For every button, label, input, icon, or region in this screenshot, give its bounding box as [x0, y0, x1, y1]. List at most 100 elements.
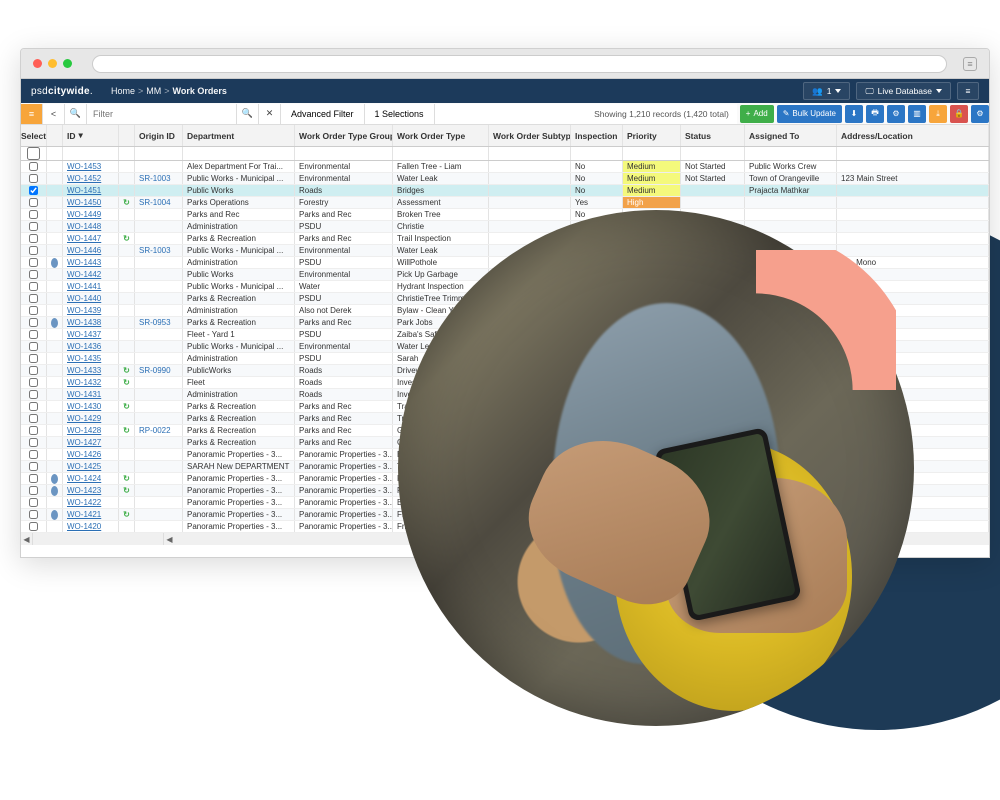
row-select-checkbox[interactable] — [21, 293, 47, 304]
row-select-checkbox[interactable] — [21, 329, 47, 340]
col-department[interactable]: Department — [183, 125, 295, 146]
table-row[interactable]: WO-1451Public WorksRoadsBridgesNoMediumP… — [21, 185, 989, 197]
table-row[interactable]: WO-1453Alex Department For Trai...Enviro… — [21, 161, 989, 173]
add-button[interactable]: + Add — [740, 105, 774, 123]
row-select-checkbox[interactable] — [21, 437, 47, 448]
window-close-dot[interactable] — [33, 59, 42, 68]
origin-id-link[interactable]: SR-1003 — [135, 173, 183, 184]
expand-filter-button[interactable]: < — [43, 104, 65, 124]
search-icon[interactable]: 🔍 — [65, 104, 87, 124]
lock-icon[interactable]: 🔒 — [950, 105, 968, 123]
work-order-id-link[interactable]: WO-1441 — [63, 281, 119, 292]
row-select-checkbox[interactable] — [21, 353, 47, 364]
origin-id-link[interactable]: SR-1004 — [135, 197, 183, 208]
work-order-id-link[interactable]: WO-1447 — [63, 233, 119, 244]
work-order-id-link[interactable]: WO-1432 — [63, 377, 119, 388]
breadcrumb-item[interactable]: Home — [111, 86, 135, 96]
row-select-checkbox[interactable] — [21, 485, 47, 496]
header-menu-icon[interactable]: ≡ — [957, 82, 979, 100]
row-select-checkbox[interactable] — [21, 317, 47, 328]
work-order-id-link[interactable]: WO-1420 — [63, 521, 119, 532]
row-select-checkbox[interactable] — [21, 245, 47, 256]
col-wo-type[interactable]: Work Order Type — [393, 125, 489, 146]
row-select-checkbox[interactable] — [21, 389, 47, 400]
row-select-checkbox[interactable] — [21, 449, 47, 460]
row-select-checkbox[interactable] — [21, 209, 47, 220]
work-order-id-link[interactable]: WO-1446 — [63, 245, 119, 256]
col-address[interactable]: Address/Location — [837, 125, 989, 146]
work-order-id-link[interactable]: WO-1430 — [63, 401, 119, 412]
download-icon[interactable]: ⬇ — [845, 105, 863, 123]
col-select[interactable]: Select — [21, 125, 47, 146]
row-select-checkbox[interactable] — [21, 221, 47, 232]
work-order-id-link[interactable]: WO-1427 — [63, 437, 119, 448]
user-count-button[interactable]: 👥 1 — [803, 82, 850, 100]
work-order-id-link[interactable]: WO-1424 — [63, 473, 119, 484]
work-order-id-link[interactable]: WO-1452 — [63, 173, 119, 184]
work-order-id-link[interactable]: WO-1449 — [63, 209, 119, 220]
bulk-update-button[interactable]: ✎ Bulk Update — [777, 105, 842, 123]
origin-id-link[interactable]: RP-0022 — [135, 425, 183, 436]
work-order-id-link[interactable]: WO-1435 — [63, 353, 119, 364]
origin-id-link[interactable]: SR-0990 — [135, 365, 183, 376]
table-row[interactable]: WO-1452SR-1003Public Works - Municipal .… — [21, 173, 989, 185]
row-select-checkbox[interactable] — [21, 341, 47, 352]
export-icon[interactable]: ⤓ — [929, 105, 947, 123]
advanced-filter-button[interactable]: Advanced Filter — [281, 104, 365, 124]
row-select-checkbox[interactable] — [21, 473, 47, 484]
work-order-id-link[interactable]: WO-1443 — [63, 257, 119, 268]
row-select-checkbox[interactable] — [21, 413, 47, 424]
table-row[interactable]: WO-1449Parks and RecParks and RecBroken … — [21, 209, 989, 221]
work-order-id-link[interactable]: WO-1453 — [63, 161, 119, 172]
browser-menu-icon[interactable]: ≡ — [963, 57, 977, 71]
gear-icon[interactable]: ⚙ — [971, 105, 989, 123]
work-order-id-link[interactable]: WO-1442 — [63, 269, 119, 280]
col-origin-id[interactable]: Origin ID — [135, 125, 183, 146]
row-select-checkbox[interactable] — [21, 497, 47, 508]
table-row[interactable]: WO-1447↻Parks & RecreationParks and RecT… — [21, 233, 989, 245]
row-select-checkbox[interactable] — [21, 197, 47, 208]
col-status[interactable]: Status — [681, 125, 745, 146]
col-wo-type-group[interactable]: Work Order Type Group — [295, 125, 393, 146]
row-select-checkbox[interactable] — [21, 269, 47, 280]
work-order-id-link[interactable]: WO-1431 — [63, 389, 119, 400]
clear-filter-button[interactable]: ✕ — [259, 104, 281, 124]
row-select-checkbox[interactable] — [21, 281, 47, 292]
col-id[interactable]: ID ▾ — [63, 125, 119, 146]
row-select-checkbox[interactable] — [21, 233, 47, 244]
row-select-checkbox[interactable] — [21, 185, 47, 196]
row-select-checkbox[interactable] — [21, 377, 47, 388]
row-select-checkbox[interactable] — [21, 305, 47, 316]
row-select-checkbox[interactable] — [21, 257, 47, 268]
select-all-checkbox[interactable] — [27, 147, 40, 160]
table-row[interactable]: WO-1448AdministrationPSDUChristieNo — [21, 221, 989, 233]
work-order-id-link[interactable]: WO-1421 — [63, 509, 119, 520]
work-order-id-link[interactable]: WO-1439 — [63, 305, 119, 316]
col-wo-subtype[interactable]: Work Order Subtype — [489, 125, 571, 146]
row-select-checkbox[interactable] — [21, 425, 47, 436]
work-order-id-link[interactable]: WO-1433 — [63, 365, 119, 376]
row-select-checkbox[interactable] — [21, 173, 47, 184]
row-select-checkbox[interactable] — [21, 161, 47, 172]
work-order-id-link[interactable]: WO-1437 — [63, 329, 119, 340]
origin-id-link[interactable]: SR-0953 — [135, 317, 183, 328]
work-order-id-link[interactable]: WO-1428 — [63, 425, 119, 436]
work-order-id-link[interactable]: WO-1436 — [63, 341, 119, 352]
col-inspection[interactable]: Inspection — [571, 125, 623, 146]
work-order-id-link[interactable]: WO-1426 — [63, 449, 119, 460]
filter-input[interactable] — [87, 104, 237, 124]
work-order-id-link[interactable]: WO-1422 — [63, 497, 119, 508]
breadcrumb-item[interactable]: Work Orders — [173, 86, 227, 96]
selections-button[interactable]: 1 Selections — [365, 104, 435, 124]
work-order-id-link[interactable]: WO-1425 — [63, 461, 119, 472]
view-toggle-button[interactable]: ≡ — [21, 104, 43, 124]
origin-id-link[interactable]: SR-1003 — [135, 245, 183, 256]
work-order-id-link[interactable]: WO-1440 — [63, 293, 119, 304]
col-priority[interactable]: Priority — [623, 125, 681, 146]
work-order-id-link[interactable]: WO-1438 — [63, 317, 119, 328]
search-submit-button[interactable]: 🔍 — [237, 104, 259, 124]
work-order-id-link[interactable]: WO-1429 — [63, 413, 119, 424]
settings-icon[interactable]: ⚙ — [887, 105, 905, 123]
work-order-id-link[interactable]: WO-1448 — [63, 221, 119, 232]
scroll-left-icon[interactable]: ◀ — [21, 533, 33, 545]
